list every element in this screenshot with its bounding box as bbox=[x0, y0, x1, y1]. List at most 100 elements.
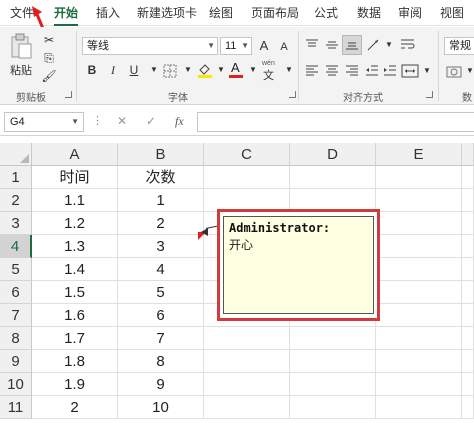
cell-empty[interactable] bbox=[204, 350, 290, 373]
underline-dropdown-icon[interactable]: ▼ bbox=[145, 61, 163, 79]
column-header-overflow[interactable] bbox=[462, 143, 474, 166]
cell-empty[interactable] bbox=[204, 396, 290, 419]
format-painter-icon[interactable]: 🖌 bbox=[40, 67, 58, 85]
underline-button[interactable]: U bbox=[125, 61, 143, 79]
orientation-dropdown-icon[interactable]: ▼ bbox=[380, 36, 398, 54]
cell-b[interactable]: 3 bbox=[118, 235, 204, 258]
cell-empty[interactable] bbox=[376, 258, 462, 281]
cell-b[interactable]: 5 bbox=[118, 281, 204, 304]
merge-center-icon[interactable] bbox=[401, 64, 419, 78]
cell-empty[interactable] bbox=[204, 373, 290, 396]
clipboard-launcher-icon[interactable] bbox=[65, 91, 72, 98]
borders-icon[interactable] bbox=[162, 63, 178, 79]
tab-home[interactable]: 开始 bbox=[54, 4, 79, 26]
align-middle-icon[interactable] bbox=[325, 39, 339, 51]
font-size-select[interactable]: 11 ▼ bbox=[220, 37, 252, 55]
font-name-select[interactable]: 等线 ▼ bbox=[82, 37, 218, 55]
row-header[interactable]: 4 bbox=[0, 235, 32, 258]
cell-a[interactable]: 1.2 bbox=[32, 212, 118, 235]
cell-a[interactable]: 1.5 bbox=[32, 281, 118, 304]
cell-a[interactable]: 1.1 bbox=[32, 189, 118, 212]
comment-note[interactable]: Administrator: 开心 bbox=[223, 216, 374, 314]
italic-button[interactable]: I bbox=[104, 61, 122, 79]
tab-formulas[interactable]: 公式 bbox=[314, 4, 338, 24]
align-left-icon[interactable] bbox=[305, 65, 319, 77]
cell-empty[interactable] bbox=[462, 396, 474, 419]
align-bottom-button[interactable] bbox=[342, 35, 362, 55]
cell-empty[interactable] bbox=[462, 373, 474, 396]
cell-empty[interactable] bbox=[462, 166, 474, 189]
tab-insert[interactable]: 插入 bbox=[96, 4, 120, 24]
cell-empty[interactable] bbox=[376, 304, 462, 327]
cell-empty[interactable] bbox=[376, 350, 462, 373]
cell-empty[interactable] bbox=[204, 166, 290, 189]
bold-button[interactable]: B bbox=[83, 61, 101, 79]
phonetic-button[interactable]: wén 文 bbox=[260, 60, 280, 82]
cell-b[interactable]: 次数 bbox=[118, 166, 204, 189]
cell-a[interactable]: 2 bbox=[32, 396, 118, 419]
cell-empty[interactable] bbox=[462, 281, 474, 304]
number-format-select[interactable]: 常规 bbox=[444, 37, 474, 55]
borders-dropdown-icon[interactable]: ▼ bbox=[179, 61, 197, 79]
cell-empty[interactable] bbox=[376, 396, 462, 419]
shrink-font-button[interactable]: A bbox=[275, 38, 293, 56]
cell-b[interactable]: 6 bbox=[118, 304, 204, 327]
cell-empty[interactable] bbox=[204, 327, 290, 350]
cell-b[interactable]: 8 bbox=[118, 350, 204, 373]
tab-review[interactable]: 审阅 bbox=[398, 4, 422, 24]
cut-icon[interactable]: ✂ bbox=[40, 31, 58, 49]
tab-view[interactable]: 视图 bbox=[440, 4, 464, 24]
alignment-launcher-icon[interactable] bbox=[426, 91, 433, 98]
formula-input[interactable] bbox=[197, 112, 474, 132]
cell-a[interactable]: 1.3 bbox=[32, 235, 118, 258]
cell-empty[interactable] bbox=[376, 281, 462, 304]
cell-empty[interactable] bbox=[462, 304, 474, 327]
column-header-a[interactable]: A bbox=[32, 143, 118, 166]
row-header[interactable]: 5 bbox=[0, 258, 32, 281]
cell-b[interactable]: 10 bbox=[118, 396, 204, 419]
cell-empty[interactable] bbox=[290, 373, 376, 396]
cell-a[interactable]: 1.7 bbox=[32, 327, 118, 350]
row-header[interactable]: 11 bbox=[0, 396, 32, 419]
decrease-indent-icon[interactable] bbox=[365, 65, 379, 77]
tab-draw[interactable]: 绘图 bbox=[209, 4, 233, 24]
row-header[interactable]: 3 bbox=[0, 212, 32, 235]
cell-b[interactable]: 7 bbox=[118, 327, 204, 350]
cell-b[interactable]: 9 bbox=[118, 373, 204, 396]
align-center-icon[interactable] bbox=[325, 65, 339, 77]
cell-b[interactable]: 1 bbox=[118, 189, 204, 212]
cell-empty[interactable] bbox=[376, 189, 462, 212]
cell-empty[interactable] bbox=[462, 189, 474, 212]
copy-icon[interactable]: ⎘ bbox=[40, 49, 58, 67]
cell-a[interactable]: 1.6 bbox=[32, 304, 118, 327]
cell-empty[interactable] bbox=[376, 373, 462, 396]
paste-button[interactable]: 粘贴 bbox=[6, 31, 36, 81]
font-color-button[interactable]: A bbox=[228, 60, 244, 80]
currency-format-icon[interactable] bbox=[446, 65, 462, 79]
column-header-b[interactable]: B bbox=[118, 143, 204, 166]
formula-bar-grip-icon[interactable]: ⋮ bbox=[92, 114, 104, 127]
cell-empty[interactable] bbox=[462, 235, 474, 258]
select-all-button[interactable] bbox=[0, 143, 32, 166]
enter-icon[interactable]: ✓ bbox=[146, 114, 156, 128]
cell-a[interactable]: 1.4 bbox=[32, 258, 118, 281]
name-box[interactable]: G4 ▼ bbox=[4, 112, 84, 132]
tab-page-layout[interactable]: 页面布局 bbox=[251, 4, 299, 24]
align-top-icon[interactable] bbox=[305, 39, 319, 51]
cell-a[interactable]: 1.9 bbox=[32, 373, 118, 396]
comment-text[interactable]: 开心 bbox=[229, 236, 368, 253]
cell-empty[interactable] bbox=[376, 327, 462, 350]
cell-a[interactable]: 时间 bbox=[32, 166, 118, 189]
cell-empty[interactable] bbox=[290, 166, 376, 189]
row-header[interactable]: 2 bbox=[0, 189, 32, 212]
row-header[interactable]: 8 bbox=[0, 327, 32, 350]
merge-dropdown-icon[interactable]: ▼ bbox=[418, 62, 436, 80]
row-header[interactable]: 10 bbox=[0, 373, 32, 396]
cell-empty[interactable] bbox=[462, 350, 474, 373]
column-header-c[interactable]: C bbox=[204, 143, 290, 166]
currency-dropdown-icon[interactable]: ▼ bbox=[461, 62, 474, 80]
row-header[interactable]: 6 bbox=[0, 281, 32, 304]
align-right-icon[interactable] bbox=[345, 65, 359, 77]
cell-empty[interactable] bbox=[462, 212, 474, 235]
cell-empty[interactable] bbox=[376, 212, 462, 235]
